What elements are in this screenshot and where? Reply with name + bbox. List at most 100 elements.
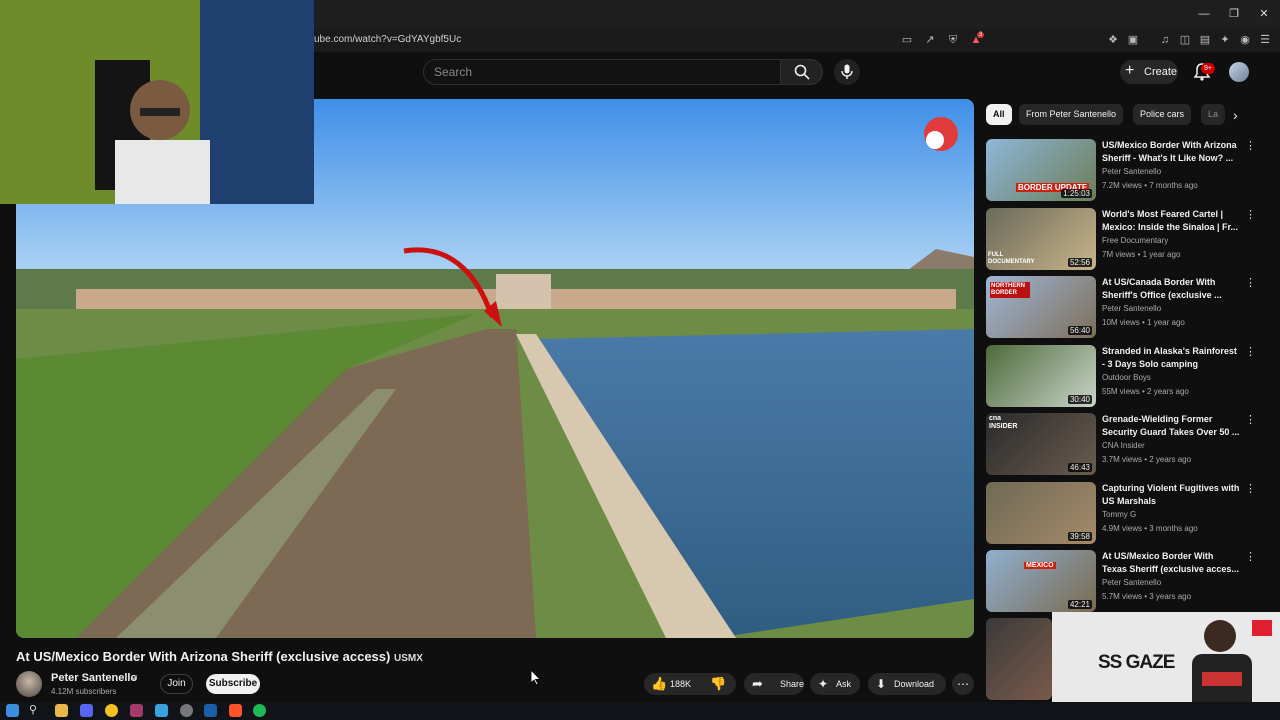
more-vert-icon[interactable]: ⋮ (1245, 139, 1256, 152)
tab-icon[interactable]: ▣ (1126, 33, 1140, 47)
video-tag: USMX (393, 653, 423, 664)
recommendation-item[interactable]: 30:40 Stranded in Alaska's Rainforest - … (986, 345, 1256, 407)
recommendation-title[interactable]: Stranded in Alaska's Rainforest - 3 Days… (1102, 345, 1240, 371)
recommendation-channel[interactable]: Free Documentary (1102, 236, 1168, 245)
thumbnail[interactable]: 30:40 (986, 345, 1096, 407)
recommendation-meta: 4.9M views • 3 months ago (1102, 524, 1198, 533)
more-vert-icon[interactable]: ⋮ (1245, 345, 1256, 358)
recommendation-channel[interactable]: Outdoor Boys (1102, 373, 1151, 382)
download-button[interactable]: ⬇ Download (868, 673, 946, 695)
chip-all[interactable]: All (986, 104, 1012, 125)
sidebar-icon[interactable]: ◫ (1178, 33, 1192, 47)
discord-icon[interactable] (80, 704, 93, 717)
more-vert-icon[interactable]: ⋮ (1245, 550, 1256, 563)
thumbnail[interactable]: MEXICO 42:21 (986, 550, 1096, 612)
channel-name[interactable]: Peter Santenello (51, 672, 137, 684)
cast-icon[interactable]: ▭ (900, 33, 914, 47)
like-dislike-group: 👍 188K 👎 (644, 673, 736, 695)
vpn-icon[interactable]: ◉ (1238, 33, 1252, 47)
subscriber-count: 4.12M subscribers (51, 687, 117, 696)
duration-badge: 39:58 (1067, 532, 1092, 541)
channel-avatar[interactable] (16, 671, 42, 697)
thumbnail[interactable]: NORTHERN BORDER 56:40 (986, 276, 1096, 338)
thumbnail[interactable]: cna INSIDER 46:43 (986, 413, 1096, 475)
overlay-brand: SS GAZE (1098, 652, 1175, 673)
recommendation-meta: 7.2M views • 7 months ago (1102, 181, 1198, 190)
recommendation-title[interactable]: Grenade-Wielding Former Security Guard T… (1102, 413, 1240, 439)
recommendation-meta: 7M views • 1 year ago (1102, 250, 1181, 259)
duration-badge: 42:21 (1067, 600, 1092, 609)
like-count[interactable]: 188K (670, 673, 691, 695)
menu-icon[interactable]: ☰ (1258, 33, 1272, 47)
leo-icon[interactable]: ✦ (1218, 33, 1232, 47)
thumbnail[interactable]: BORDER UPDATE 1:25:03 (986, 139, 1096, 201)
more-vert-icon[interactable]: ⋮ (1245, 208, 1256, 221)
duration-badge: 1:25:03 (1061, 189, 1092, 198)
recommendation-item[interactable]: FULL DOCUMENTARY 52:56 World's Most Fear… (986, 208, 1256, 270)
music-icon[interactable]: ♫ (1158, 33, 1172, 47)
thumbnail-text: MEXICO (1024, 562, 1056, 569)
chip-from-peter-santenello[interactable]: From Peter Santenello (1019, 104, 1124, 125)
chrome-icon[interactable] (105, 704, 118, 717)
file-explorer-icon[interactable] (55, 704, 68, 717)
share-label: Share (780, 679, 805, 689)
verified-icon: ✔ (131, 673, 139, 683)
notification-badge: 9+ (1201, 63, 1215, 74)
brave-icon[interactable] (229, 704, 242, 717)
url-text[interactable]: ube.com/watch?v=GdYAYgbf5Uc (314, 34, 461, 45)
search-button[interactable] (781, 59, 823, 85)
recommendation-channel[interactable]: Tommy G (1102, 510, 1136, 519)
recommendation-item[interactable]: NORTHERN BORDER 56:40 At US/Canada Borde… (986, 276, 1256, 338)
close-icon[interactable]: ✕ (1254, 6, 1274, 22)
obs-icon[interactable] (180, 704, 193, 717)
recommendation-title[interactable]: World's Most Feared Cartel | Mexico: Ins… (1102, 208, 1240, 234)
restore-icon[interactable]: ❐ (1224, 6, 1244, 22)
duration-badge: 46:43 (1067, 463, 1092, 472)
recommendation-item[interactable]: MEXICO 42:21 At US/Mexico Border With Te… (986, 550, 1256, 612)
more-vert-icon[interactable]: ⋮ (1245, 413, 1256, 426)
ask-button[interactable]: ✦ Ask (810, 673, 860, 695)
recommendation-title[interactable]: US/Mexico Border With Arizona Sheriff - … (1102, 139, 1240, 165)
more-actions-icon[interactable]: ⋯ (952, 673, 974, 695)
recommendation-channel[interactable]: CNA Insider (1102, 441, 1145, 450)
thumbnail[interactable] (986, 618, 1052, 700)
thumbnail[interactable]: FULL DOCUMENTARY 52:56 (986, 208, 1096, 270)
chip-police-cars[interactable]: Police cars (1133, 104, 1192, 125)
voice-search-button[interactable] (834, 59, 860, 85)
recommendation-title[interactable]: At US/Canada Border With Sheriff's Offic… (1102, 276, 1240, 302)
account-avatar[interactable] (1229, 62, 1249, 82)
thumbs-down-icon[interactable]: 👎 (710, 673, 726, 695)
thumbs-up-icon[interactable]: 👍 (651, 673, 667, 695)
extensions-icon[interactable]: ❖ (1106, 33, 1120, 47)
brave-shield-icon[interactable]: ⛨ (946, 33, 960, 47)
steam-icon[interactable] (204, 704, 217, 717)
app-icon[interactable] (130, 704, 143, 717)
more-vert-icon[interactable]: ⋮ (1245, 276, 1256, 289)
spotify-icon[interactable] (253, 704, 266, 717)
thumbnail[interactable]: 39:58 (986, 482, 1096, 544)
recommendation-item[interactable]: cna INSIDER 46:43 Grenade-Wielding Forme… (986, 413, 1256, 475)
recommendation-title[interactable]: Capturing Violent Fugitives with US Mars… (1102, 482, 1240, 508)
search-icon[interactable]: ⚲ (29, 704, 42, 717)
minimize-icon[interactable]: — (1194, 6, 1214, 22)
recommendation-title[interactable]: At US/Mexico Border With Texas Sheriff (… (1102, 550, 1240, 576)
recommendation-channel[interactable]: Peter Santenello (1102, 304, 1161, 313)
more-vert-icon[interactable]: ⋮ (1245, 482, 1256, 495)
telegram-icon[interactable] (155, 704, 168, 717)
recommendation-meta: 5.7M views • 3 years ago (1102, 592, 1192, 601)
wallet-icon[interactable]: ▤ (1198, 33, 1212, 47)
join-button[interactable]: Join (160, 674, 193, 694)
recommendation-item[interactable]: 39:58 Capturing Violent Fugitives with U… (986, 482, 1256, 544)
subscribe-button[interactable]: Subscribe (206, 674, 260, 694)
recommendation-channel[interactable]: Peter Santenello (1102, 578, 1161, 587)
share-button[interactable]: ➦ Share (744, 673, 804, 695)
share-page-icon[interactable]: ↗ (923, 33, 937, 47)
thumbnail-text: cna INSIDER (989, 415, 1018, 430)
duration-badge: 52:56 (1067, 258, 1092, 267)
search-input[interactable] (423, 59, 781, 85)
windows-start-icon[interactable] (6, 704, 19, 717)
recommendation-channel[interactable]: Peter Santenello (1102, 167, 1161, 176)
download-label: Download (894, 679, 935, 689)
chevron-right-icon[interactable]: › (1233, 107, 1238, 123)
recommendation-item[interactable]: BORDER UPDATE 1:25:03 US/Mexico Border W… (986, 139, 1256, 201)
